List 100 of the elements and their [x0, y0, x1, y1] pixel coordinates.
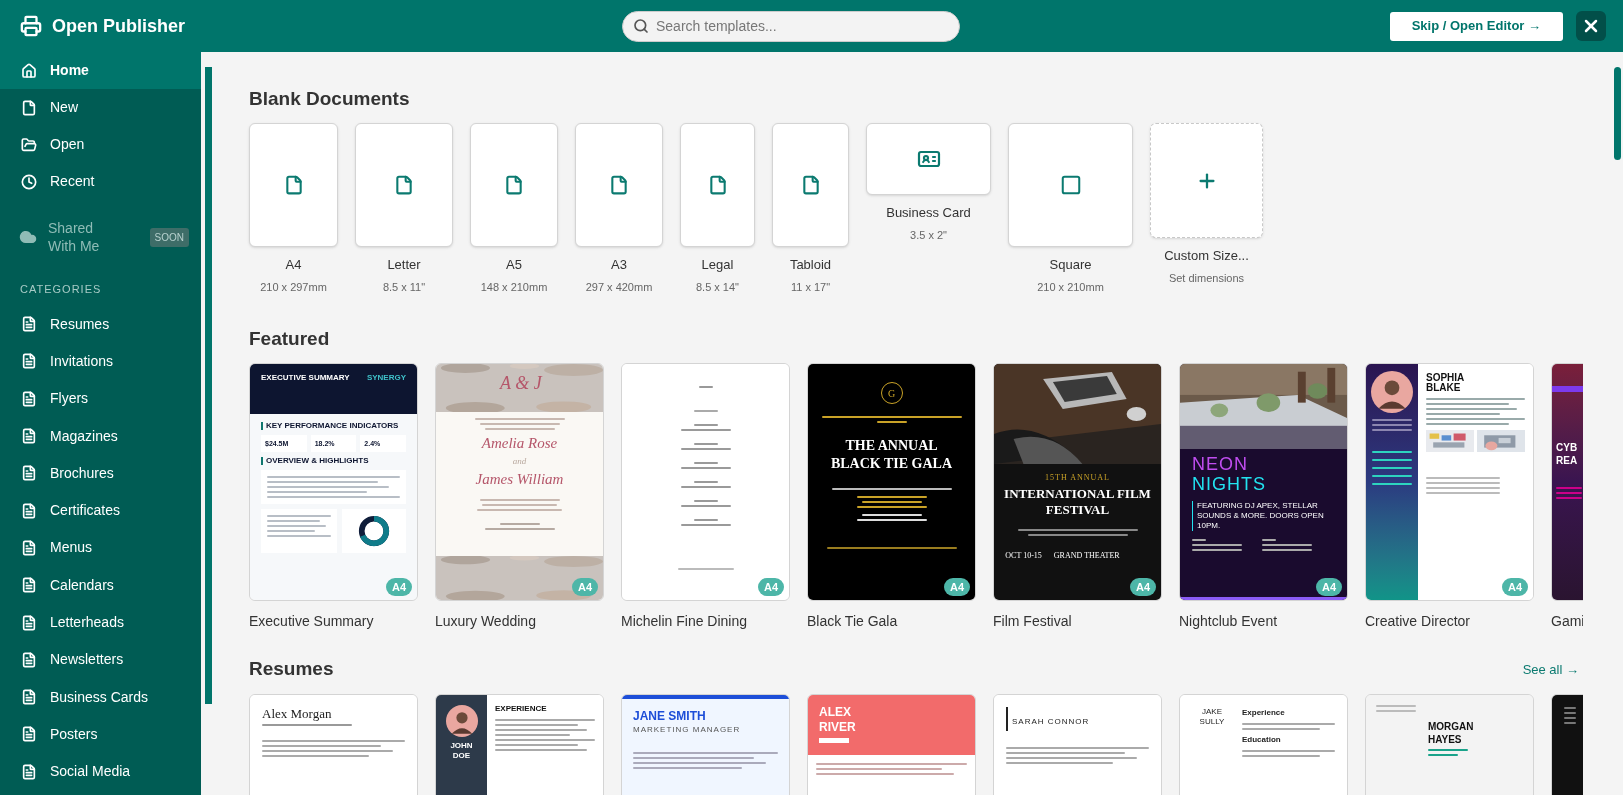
resume-card[interactable]: JOHN DOE EXPERIENCE: [435, 694, 604, 795]
blank-document-card[interactable]: [772, 123, 849, 247]
resume-heading: Education: [1242, 734, 1282, 746]
section-label: OVERVIEW & HIGHLIGHTS: [261, 457, 406, 465]
category-item[interactable]: Flyers: [0, 380, 201, 418]
template-name: Michelin Fine Dining: [621, 612, 749, 631]
template-card[interactable]: 15TH ANNUAL INTERNATIONAL FILM FESTIVAL OCT 10-15 GRAND THEATER A4: [993, 363, 1162, 601]
resume-card[interactable]: SARAH CONNOR: [993, 694, 1162, 795]
template-card[interactable]: SOPHIA BLAKE A4: [1365, 363, 1534, 601]
donut-chart-icon: [357, 514, 391, 548]
blank-document-card[interactable]: [1008, 123, 1133, 247]
clock-icon: [21, 173, 37, 190]
blank-document-card[interactable]: [680, 123, 755, 247]
template-name: Nightclub Event: [1179, 612, 1279, 631]
joiner-text: and: [512, 456, 527, 466]
document-size: 11 x 17": [790, 279, 831, 295]
template-card[interactable]: A & J Amelia Rose and James William A4: [435, 363, 604, 601]
document-icon: [21, 353, 37, 370]
resume-card[interactable]: MORGAN HAYES: [1365, 694, 1534, 795]
report-title: EXECUTIVE SUMMARY: [261, 374, 350, 384]
blank-document-card[interactable]: [355, 123, 453, 247]
category-item[interactable]: Magazines: [0, 417, 201, 455]
resume-name: Alex Morgan: [262, 707, 333, 720]
category-item[interactable]: Resumes: [0, 305, 201, 343]
nav-item[interactable]: Recent: [0, 163, 201, 200]
template-name: Executive Summary: [249, 612, 375, 631]
resume-name: SARAH CONNOR: [1012, 717, 1090, 726]
template-name: Gami: [1551, 612, 1583, 631]
placeholder-lines: [1262, 539, 1312, 551]
document-name: Legal: [701, 256, 734, 274]
placeholder-lines: [1564, 707, 1576, 724]
folder-icon: [21, 136, 37, 153]
resume-card[interactable]: JANE SMITH MARKETING MANAGER: [621, 694, 790, 795]
event-text: FEATURING DJ APEX, STELLAR SOUNDS & MORE. DOORS OPEN 10PM.: [1192, 501, 1332, 531]
placeholder-lines: [484, 522, 555, 530]
category-item[interactable]: Certificates: [0, 492, 201, 530]
event-detail: OCT 10-15: [1005, 549, 1042, 562]
category-item[interactable]: Invitations: [0, 342, 201, 381]
printer-icon: [20, 15, 42, 37]
resume-card[interactable]: Alex Morgan: [249, 694, 418, 795]
soon-badge: SOON: [149, 227, 189, 247]
document-icon: [21, 316, 37, 333]
placeholder-lines: [680, 519, 731, 526]
game-title: CYB: [1556, 442, 1579, 455]
category-item[interactable]: Letterheads: [0, 603, 201, 642]
close-button[interactable]: [1576, 11, 1606, 41]
bride-name: Amelia Rose: [481, 434, 558, 453]
category-item[interactable]: Business Cards: [0, 678, 201, 716]
skip-button[interactable]: Skip / Open Editor →: [1389, 11, 1563, 41]
blank-document-card[interactable]: [249, 123, 338, 247]
game-title: REA: [1556, 454, 1579, 467]
resume-role: MARKETING MANAGER: [633, 724, 742, 736]
tag: [819, 738, 849, 743]
template-card[interactable]: CYB REA: [1551, 363, 1583, 601]
file-icon: [504, 175, 524, 195]
blank-document-card[interactable]: [1150, 123, 1263, 238]
document-name: Tabloid: [789, 256, 832, 274]
section-title: Featured: [249, 327, 331, 351]
nav-item[interactable]: New: [0, 89, 201, 126]
blank-document-card[interactable]: [470, 123, 558, 247]
blank-document-card[interactable]: [575, 123, 663, 247]
document-size: 8.5 x 11": [382, 279, 426, 295]
category-item[interactable]: Posters: [0, 715, 201, 754]
file-icon: [609, 175, 629, 195]
file-icon: [800, 175, 821, 195]
document-name: A3: [611, 256, 627, 274]
document-icon: [21, 651, 37, 668]
document-size: Set dimensions: [1168, 270, 1245, 286]
template-name: Luxury Wedding: [435, 612, 537, 631]
category-item[interactable]: Menus: [0, 529, 201, 567]
template-name: Black Tie Gala: [807, 612, 899, 631]
nav-item[interactable]: Open: [0, 126, 201, 163]
category-item[interactable]: Social Media: [0, 753, 201, 791]
square-icon: [1059, 174, 1082, 196]
resume-card[interactable]: JAKE SULLY Experience Education: [1179, 694, 1348, 795]
resume-name: JOHN DOE: [449, 741, 474, 761]
gala-title: THE ANNUAL BLACK TIE GALA: [829, 437, 954, 472]
document-name: Business Card: [886, 204, 971, 222]
document-size: 297 x 420mm: [585, 279, 653, 295]
document-icon: [21, 539, 37, 556]
placeholder-lines: [680, 424, 731, 431]
see-all-link[interactable]: See all →: [1522, 659, 1579, 679]
document-icon: [21, 502, 37, 519]
category-item[interactable]: Brochures: [0, 454, 201, 492]
template-card[interactable]: G THE ANNUAL BLACK TIE GALA A4: [807, 363, 976, 601]
document-name: A5: [506, 256, 522, 274]
placeholder-lines: [1372, 419, 1412, 431]
document-icon: [21, 390, 37, 407]
blank-document-card[interactable]: [866, 123, 991, 195]
search-field[interactable]: Search templates...: [622, 10, 960, 42]
category-item[interactable]: Calendars: [0, 566, 201, 604]
section-label: KEY PERFORMANCE INDICATORS: [261, 422, 406, 430]
document-name: A4: [285, 256, 302, 274]
app-title: Open Publisher: [52, 14, 186, 38]
placeholder-lines: [680, 500, 731, 507]
document-icon: [21, 763, 37, 780]
template-card[interactable]: NEON NIGHTS FEATURING DJ APEX, STELLAR SOUNDS & MORE. DOORS OPEN 10PM. A4: [1179, 363, 1348, 601]
nav-item[interactable]: Home: [0, 52, 201, 89]
category-item[interactable]: Newsletters: [0, 641, 201, 679]
placeholder-lines: [680, 481, 731, 488]
